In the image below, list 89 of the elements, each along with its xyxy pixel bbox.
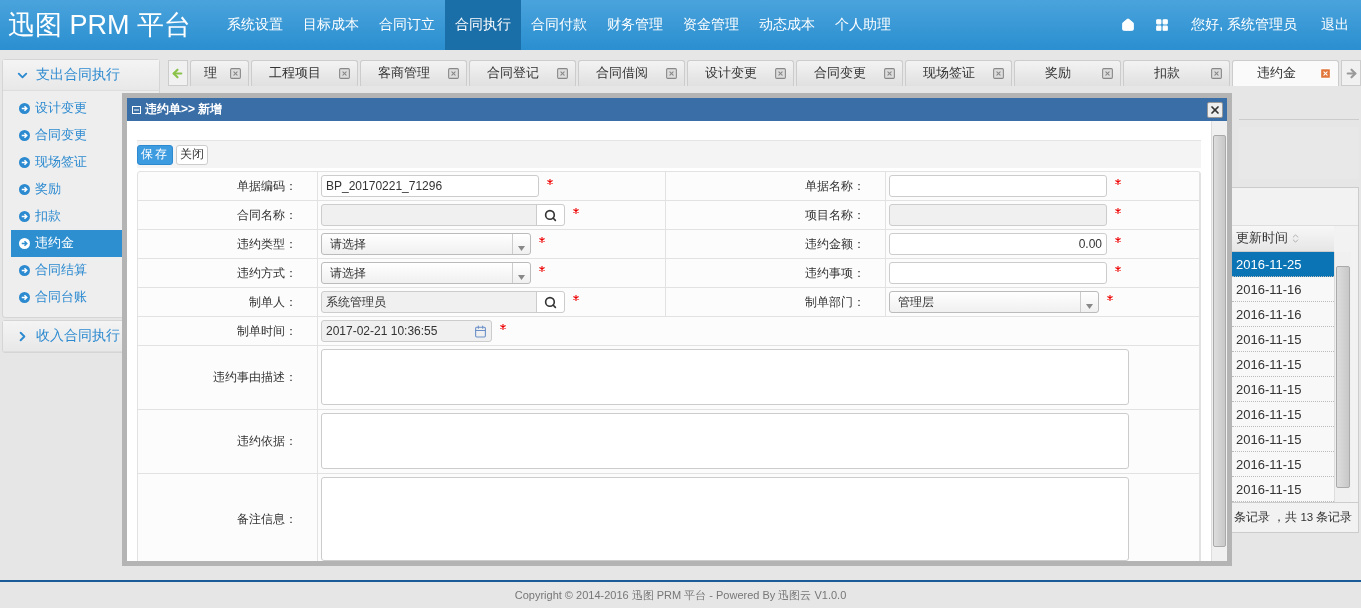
field-label: 单据编码： [138, 172, 318, 201]
close-icon [1209, 103, 1221, 116]
copyright-text: Copyright © 2014-2016 迅图 PRM 平台 - Powered By 迅图云 V1.0.0 [514, 587, 847, 603]
select-field[interactable]: 管理层 [889, 291, 1099, 313]
arrow-right-icon [1344, 66, 1358, 80]
table-cell[interactable]: 2016-11-15 [1232, 352, 1334, 377]
tab[interactable]: 奖励 [1014, 60, 1122, 86]
sidebar-group-title: 支出合同执行 [36, 66, 120, 84]
circle-arrow-icon [19, 238, 30, 249]
tab-close-icon[interactable] [447, 67, 461, 80]
table-cell[interactable]: 2016-11-15 [1232, 477, 1334, 502]
tab-close-icon[interactable] [229, 67, 243, 80]
circle-arrow-icon [19, 184, 30, 195]
circle-arrow-icon [19, 103, 30, 114]
nav-item[interactable]: 合同执行 [445, 0, 521, 50]
dropdown-caret-icon [518, 246, 525, 251]
tab[interactable]: 合同借阅 [578, 60, 686, 86]
tab[interactable]: 现场签证 [905, 60, 1013, 86]
tab[interactable]: 理 [189, 60, 250, 86]
tab-close-icon[interactable] [883, 67, 897, 80]
home-icon[interactable] [1121, 18, 1136, 32]
tab-scroll-right-button[interactable] [1341, 60, 1361, 86]
grid-icon[interactable] [1155, 18, 1170, 32]
input-field[interactable]: 0.00 [889, 233, 1107, 255]
tab-close-icon[interactable] [338, 67, 352, 80]
tab[interactable]: 合同变更 [796, 60, 904, 86]
circle-arrow-icon [19, 157, 30, 168]
table-cell[interactable]: 2016-11-15 [1232, 402, 1334, 427]
tab-close-icon[interactable] [774, 67, 788, 80]
field-label: 制单时间： [138, 317, 318, 346]
field-label: 制单部门： [666, 288, 886, 317]
search-icon [544, 295, 557, 309]
table-cell[interactable]: 2016-11-15 [1232, 327, 1334, 352]
field-label: 违约类型： [138, 230, 318, 259]
table-cell[interactable]: 2016-11-15 [1232, 377, 1334, 402]
table-cell[interactable]: 2016-11-15 [1232, 427, 1334, 452]
tab-close-icon[interactable] [992, 67, 1006, 80]
field-label: 违约事由描述： [138, 346, 318, 410]
tab[interactable]: 客商管理 [360, 60, 468, 86]
circle-arrow-icon [19, 292, 30, 303]
text-area[interactable] [321, 349, 1129, 405]
field-label: 合同名称： [138, 201, 318, 230]
text-area[interactable] [321, 477, 1129, 561]
field-label: 违约依据： [138, 410, 318, 474]
circle-arrow-icon [19, 211, 30, 222]
close-button[interactable] [1207, 101, 1223, 118]
field-label: 制单人： [138, 288, 318, 317]
field-label: 违约金额： [666, 230, 886, 259]
text-area[interactable] [321, 413, 1129, 469]
tab-close-icon[interactable] [665, 67, 679, 80]
search-icon [544, 208, 557, 222]
field-label: 单据名称： [666, 172, 886, 201]
field-label: 项目名称： [666, 201, 886, 230]
field-label: 违约事项： [666, 259, 886, 288]
scrollbar[interactable] [1211, 121, 1227, 561]
tab[interactable]: 工程项目 [251, 60, 359, 86]
circle-arrow-icon [19, 265, 30, 276]
tab-close-icon[interactable] [556, 67, 570, 80]
dialog-title: 违约单>> 新增 [145, 101, 224, 118]
select-field[interactable]: 请选择 [321, 262, 531, 284]
calendar-icon [474, 324, 487, 338]
tab[interactable]: 合同登记 [469, 60, 577, 86]
field-label: 备注信息： [138, 474, 318, 561]
tab-scroll-left-button[interactable] [168, 60, 188, 86]
input-field[interactable] [889, 262, 1107, 284]
table-cell[interactable]: 2016-11-16 [1232, 277, 1334, 302]
table-cell[interactable]: 2016-11-25 [1232, 252, 1334, 277]
dropdown-caret-icon [518, 275, 525, 280]
tab[interactable]: 扣款 [1123, 60, 1231, 86]
tab[interactable]: 违约金 [1232, 60, 1340, 86]
window-icon [132, 105, 141, 114]
field-label: 违约方式： [138, 259, 318, 288]
dropdown-caret-icon [1086, 304, 1093, 309]
tab[interactable]: 设计变更 [687, 60, 795, 86]
tab-close-icon[interactable] [1101, 67, 1115, 80]
column-header[interactable]: 更新时间 [1232, 226, 1334, 252]
table-cell[interactable]: 2016-11-16 [1232, 302, 1334, 327]
input-field[interactable]: BP_20170221_71296 [321, 175, 539, 197]
tab-close-icon[interactable] [1210, 67, 1224, 80]
arrow-left-icon [171, 66, 185, 80]
close-button[interactable]: 关闭 [176, 144, 208, 165]
sort-icon [1290, 233, 1301, 244]
table-cell[interactable]: 2016-11-15 [1232, 452, 1334, 477]
app-logo: 迅图 PRM 平台 [7, 9, 192, 42]
scrollbar[interactable] [1334, 252, 1351, 502]
input-field[interactable] [889, 175, 1107, 197]
select-field[interactable]: 请选择 [321, 233, 531, 255]
sidebar-group-title: 收入合同执行 [36, 327, 120, 345]
circle-arrow-icon [19, 130, 30, 141]
